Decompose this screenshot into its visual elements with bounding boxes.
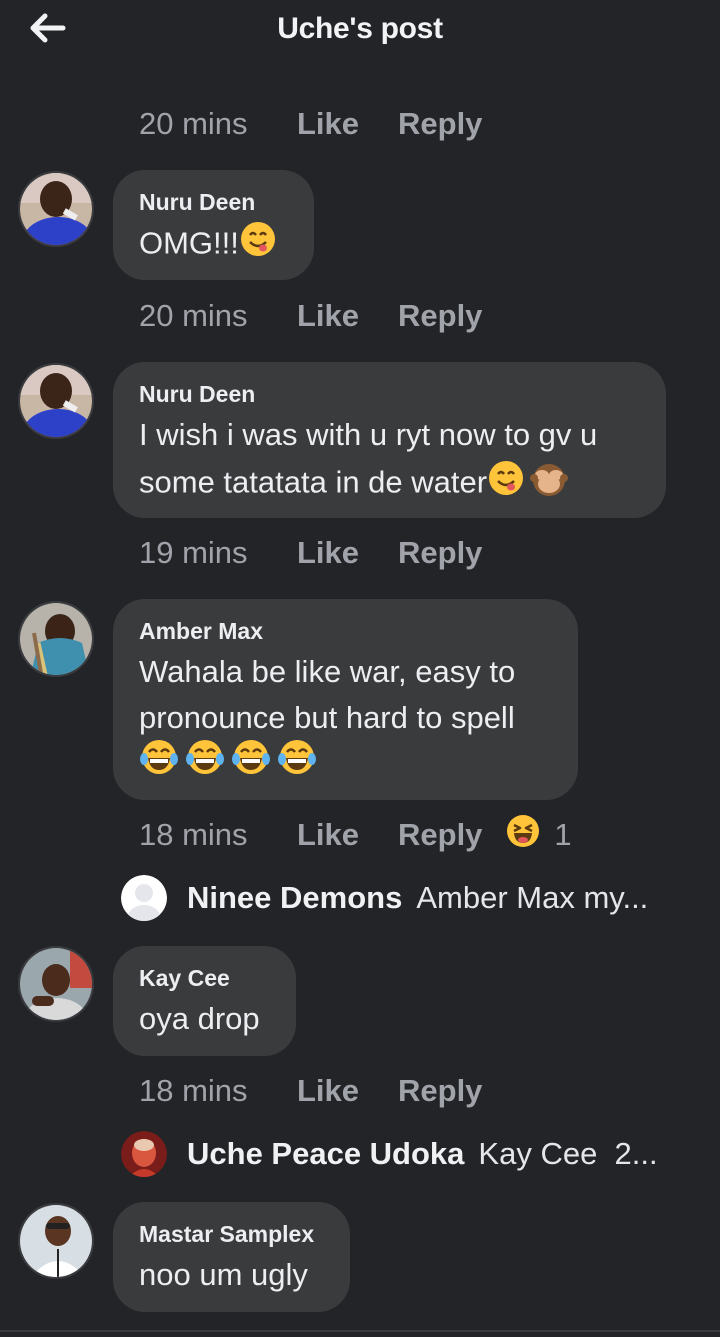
comment-author[interactable]: Mastar Samplex — [139, 1220, 324, 1248]
avatar — [121, 1131, 167, 1177]
reply-button[interactable]: Reply — [398, 106, 482, 142]
comment-time: 18 mins — [139, 1073, 248, 1108]
comment-meta: 18 mins Like Reply 1 — [139, 815, 572, 855]
like-button[interactable]: Like — [297, 535, 398, 571]
avatar[interactable] — [18, 1203, 94, 1279]
avatar[interactable] — [18, 363, 94, 439]
avatar[interactable] — [18, 601, 94, 677]
reply-author: Uche Peace Udoka — [187, 1136, 465, 1171]
comment-author[interactable]: Amber Max — [139, 617, 552, 645]
face-savoring-food-icon — [239, 220, 277, 271]
reply-button[interactable]: Reply — [398, 1073, 482, 1109]
comment-text: Wahala be like war, easy to pronounce bu… — [139, 649, 552, 785]
comment-bubble: Nuru Deen I wish i was with u ryt now to… — [113, 362, 666, 518]
reply-preview[interactable]: Ninee Demons Amber Max my... — [121, 873, 648, 923]
reaction-count: 1 — [554, 817, 572, 852]
comment-meta: 20 mins Like Reply — [139, 104, 482, 144]
comment-bubble: Nuru Deen OMG!!! — [113, 170, 314, 280]
face-savoring-food-icon — [487, 459, 525, 510]
comment-author[interactable]: Nuru Deen — [139, 188, 288, 216]
reply-text: Amber Max my... — [416, 880, 649, 915]
avatar[interactable] — [18, 946, 94, 1022]
comment-author[interactable]: Nuru Deen — [139, 380, 640, 408]
comment-bubble: Mastar Samplex noo um ugly — [113, 1202, 350, 1312]
reply-text: Kay Cee 2... — [478, 1136, 658, 1171]
like-button[interactable]: Like — [297, 1073, 398, 1109]
comment-meta: 20 mins Like Reply — [139, 296, 482, 336]
reply-preview[interactable]: Uche Peace Udoka Kay Cee 2... — [121, 1129, 658, 1179]
emoji-row — [139, 739, 552, 785]
like-button[interactable]: Like — [297, 817, 398, 853]
comment-author[interactable]: Kay Cee — [139, 964, 270, 992]
reply-button[interactable]: Reply — [398, 535, 482, 571]
comment-meta: 19 mins Like Reply — [139, 533, 482, 573]
comment-bubble: Amber Max Wahala be like war, easy to pr… — [113, 599, 578, 800]
avatar[interactable] — [18, 171, 94, 247]
tears-of-joy-icon — [139, 737, 179, 790]
comment-bubble: Kay Cee oya drop — [113, 946, 296, 1056]
reactions-summary[interactable]: 1 — [506, 814, 572, 856]
tears-of-joy-icon — [231, 737, 271, 790]
comment-time: 20 mins — [139, 298, 248, 333]
like-button[interactable]: Like — [297, 298, 398, 334]
reply-button[interactable]: Reply — [398, 817, 482, 853]
reply-author: Ninee Demons — [187, 880, 403, 915]
comment-text: noo um ugly — [139, 1257, 308, 1292]
comment-time: 20 mins — [139, 106, 248, 141]
like-button[interactable]: Like — [297, 106, 398, 142]
reply-button[interactable]: Reply — [398, 298, 482, 334]
top-bar: Uche's post — [0, 0, 720, 64]
comment-text: OMG!!! — [139, 220, 288, 271]
see-no-evil-monkey-icon — [529, 458, 569, 511]
haha-reaction-icon — [506, 814, 540, 856]
tears-of-joy-icon — [277, 737, 317, 790]
comment-time: 19 mins — [139, 535, 248, 570]
page-title: Uche's post — [277, 12, 443, 45]
avatar — [121, 875, 167, 921]
comment-text: oya drop — [139, 1001, 260, 1036]
comment-time: 18 mins — [139, 817, 248, 852]
tears-of-joy-icon — [185, 737, 225, 790]
comment-text: I wish i was with u ryt now to gv u some… — [139, 412, 640, 511]
divider — [0, 1330, 720, 1332]
comment-meta: 18 mins Like Reply — [139, 1071, 482, 1111]
